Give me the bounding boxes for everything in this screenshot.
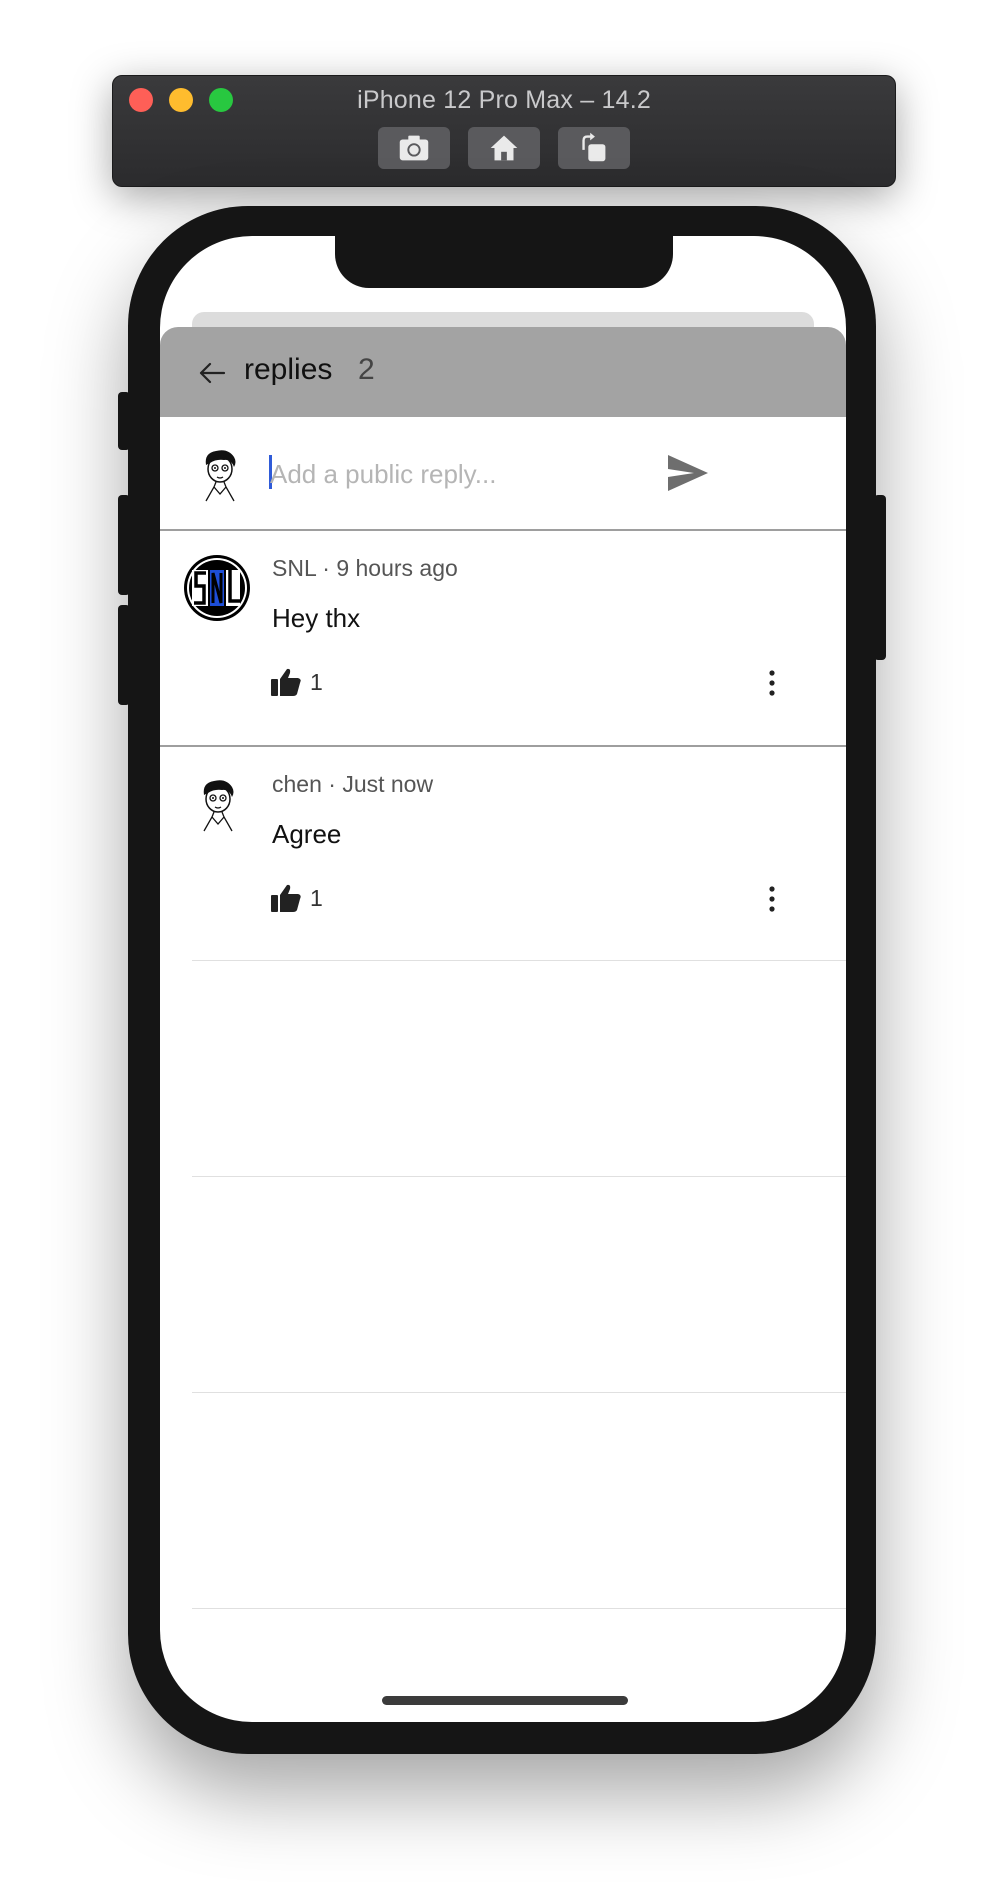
comment-item: chen · Just now Agree 1 <box>160 747 846 961</box>
comment-text: Agree <box>272 819 342 849</box>
rotate-icon <box>582 132 606 162</box>
snl-logo-avatar <box>184 555 250 621</box>
thumbs-up-icon[interactable] <box>270 667 302 697</box>
home-button[interactable] <box>468 127 540 169</box>
notch <box>335 236 673 288</box>
commenter-avatar <box>203 780 234 832</box>
list-divider <box>192 1608 846 1609</box>
comment-item: SNL · 9 hours ago Hey thx 1 <box>160 531 846 747</box>
reply-input[interactable] <box>268 455 672 493</box>
comment-meta: chen · Just now <box>272 771 434 797</box>
send-icon[interactable] <box>666 451 710 495</box>
reply-compose-bar <box>160 417 846 531</box>
home-icon <box>490 135 518 161</box>
simulator-title: iPhone 12 Pro Max – 14.2 <box>357 86 651 114</box>
camera-icon <box>399 135 429 161</box>
header-title: replies <box>244 353 333 386</box>
list-divider <box>192 960 846 961</box>
like-count: 1 <box>310 885 323 911</box>
more-vertical-icon[interactable] <box>768 885 776 913</box>
list-divider <box>192 1176 846 1177</box>
more-vertical-icon[interactable] <box>768 669 776 697</box>
rotate-button[interactable] <box>558 127 630 169</box>
list-divider <box>192 1392 846 1393</box>
user-avatar <box>205 450 236 502</box>
arrow-left-icon[interactable] <box>196 357 228 389</box>
reply-count: 2 <box>358 353 375 386</box>
thumbs-up-icon[interactable] <box>270 883 302 913</box>
simulator-titlebar: iPhone 12 Pro Max – 14.2 <box>112 75 896 187</box>
comment-meta: SNL · 9 hours ago <box>272 555 458 581</box>
replies-header: replies 2 <box>160 327 846 417</box>
comment-text: Hey thx <box>272 603 361 633</box>
home-indicator[interactable] <box>382 1696 628 1705</box>
screenshot-button[interactable] <box>378 127 450 169</box>
phone-screen: replies 2 Add a public reply... SNL · 9 … <box>160 236 846 1722</box>
like-count: 1 <box>310 669 323 695</box>
